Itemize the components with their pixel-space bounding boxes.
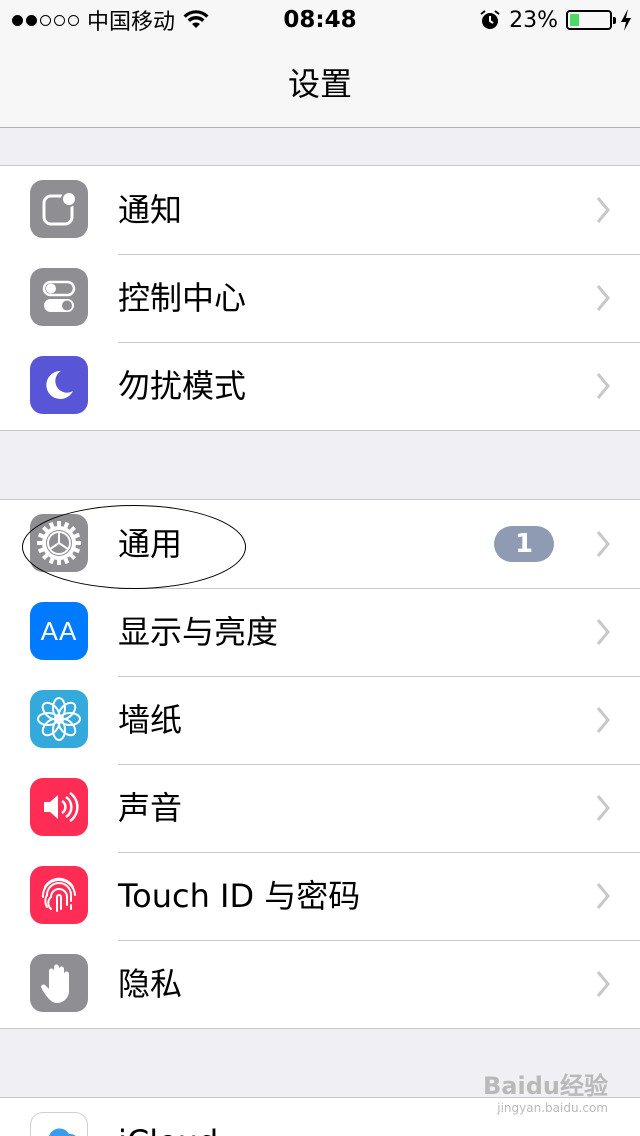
fingerprint-icon — [30, 866, 88, 924]
status-left: 中国移动 — [12, 0, 209, 40]
row-label: 墙纸 — [118, 701, 183, 739]
update-badge: 1 — [494, 526, 554, 562]
hand-icon — [30, 954, 88, 1012]
chevron-right-icon — [596, 197, 610, 223]
chevron-right-icon — [596, 795, 610, 821]
battery-icon — [566, 10, 616, 30]
charging-bolt-icon — [621, 9, 631, 31]
chevron-right-icon — [596, 883, 610, 909]
signal-strength-icon — [12, 14, 79, 26]
watermark-subtext: jingyan.baidu.com — [497, 1101, 608, 1115]
battery-percent: 23% — [509, 7, 558, 33]
row-label: 控制中心 — [118, 279, 247, 317]
settings-group-1: 通知 控制中心 勿扰模式 — [0, 165, 640, 431]
settings-row-touch-id[interactable]: Touch ID 与密码 — [0, 852, 640, 940]
icon-text: AA — [40, 615, 78, 646]
row-label: 隐私 — [118, 965, 183, 1003]
row-label: 声音 — [118, 789, 183, 827]
wallpaper-flower-icon — [30, 690, 88, 748]
chevron-right-icon — [596, 707, 610, 733]
settings-group-2: 通用 1 AA 显示与亮度 墙纸 声音 Touch ID 与密码 隐私 — [0, 499, 640, 1029]
notifications-icon — [30, 180, 88, 238]
watermark: Baidu经验 jingyan.baidu.com — [483, 1066, 608, 1115]
alarm-icon — [480, 10, 500, 29]
row-label: 勿扰模式 — [118, 367, 247, 405]
row-label: 通用 — [118, 525, 183, 563]
moon-icon — [30, 356, 88, 414]
carrier-name: 中国移动 — [87, 10, 176, 35]
row-label: iCloud — [118, 1098, 218, 1136]
page-title: 设置 — [287, 64, 352, 103]
settings-row-display-brightness[interactable]: AA 显示与亮度 — [0, 588, 640, 676]
gear-icon — [30, 514, 88, 572]
settings-row-privacy[interactable]: 隐私 — [0, 940, 640, 1028]
display-brightness-icon: AA — [30, 602, 88, 660]
control-center-icon — [30, 268, 88, 326]
wifi-icon — [183, 10, 209, 28]
row-label: 显示与亮度 — [118, 613, 279, 651]
chevron-right-icon — [596, 285, 610, 311]
watermark-text: Baidu经验 — [483, 1072, 608, 1100]
settings-row-notifications[interactable]: 通知 — [0, 166, 640, 254]
settings-row-do-not-disturb[interactable]: 勿扰模式 — [0, 342, 640, 430]
navigation-bar: 设置 — [0, 40, 640, 128]
row-label: 通知 — [118, 191, 183, 229]
row-label: Touch ID 与密码 — [118, 877, 361, 915]
status-right: 23% — [479, 0, 632, 40]
chevron-right-icon — [596, 971, 610, 997]
chevron-right-icon — [596, 531, 610, 557]
speaker-icon — [30, 778, 88, 836]
chevron-right-icon — [596, 619, 610, 645]
status-bar: 中国移动 08:48 23% — [0, 0, 640, 40]
settings-row-control-center[interactable]: 控制中心 — [0, 254, 640, 342]
chevron-right-icon — [596, 373, 610, 399]
icloud-icon — [30, 1112, 88, 1136]
settings-row-general[interactable]: 通用 1 — [0, 500, 640, 588]
settings-row-wallpaper[interactable]: 墙纸 — [0, 676, 640, 764]
settings-row-sounds[interactable]: 声音 — [0, 764, 640, 852]
